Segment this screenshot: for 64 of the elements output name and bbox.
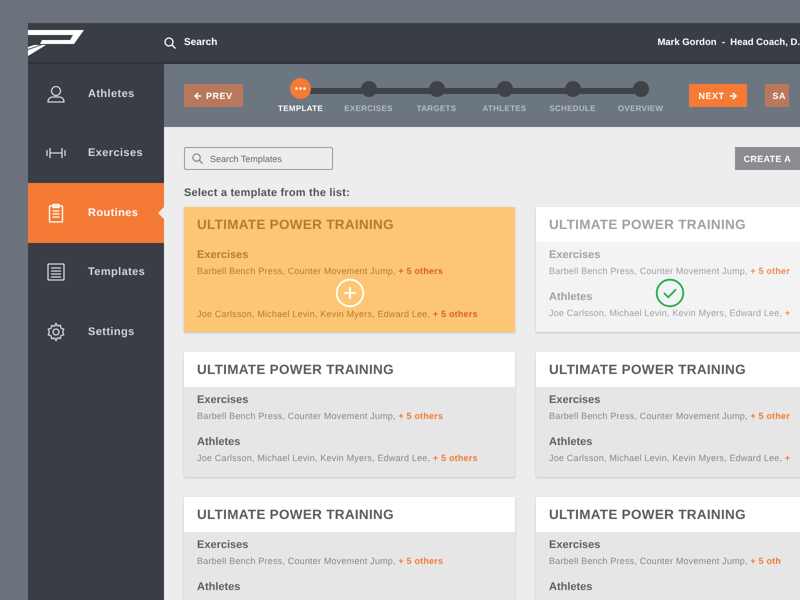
step-tab[interactable]: EXERCISES	[334, 78, 403, 113]
section-label: Athletes	[197, 581, 240, 593]
names-text: Joe Carlsson, Michael Levin, Kevin Myers, Edward Lee, + 5 others	[197, 309, 478, 319]
section-label: Exercises	[197, 249, 248, 261]
user-name: Mark Gordon - Head Coach, D.	[657, 37, 800, 48]
dots-icon	[295, 87, 306, 90]
settings-icon	[46, 322, 66, 342]
names-text: Joe Carlsson, Michael Levin, Kevin Myers, Edward Lee, + 5 others	[197, 453, 478, 463]
section-label: Exercises	[197, 539, 248, 551]
template-card[interactable]: ULTIMATE POWER TRAINING Exercises Barbell Bench Press, Counter Movement Jump, + 5 others Joe Carlsson, Michael Levin, Kevin Myers, Edward Lee, + 5 others	[184, 207, 515, 332]
arrow-right-icon	[728, 92, 737, 100]
card-title: ULTIMATE POWER TRAINING	[536, 352, 800, 387]
names-text: Barbell Bench Press, Counter Movement Jump, + 5 oth	[549, 556, 782, 566]
check-icon	[655, 278, 684, 308]
step-tab[interactable]: ATHLETES	[470, 78, 539, 113]
names-text: Barbell Bench Press, Counter Movement Jump, + 5 others	[197, 556, 444, 566]
section-label: Exercises	[549, 249, 600, 261]
sidebar-item[interactable]: Templates	[28, 242, 164, 302]
template-card[interactable]: ULTIMATE POWER TRAINING Exercises Barbell Bench Press, Counter Movement Jump, + 5 others Athletes Joe Carlsson, Michael Levin, Kevin Myers, Edward Lee, + 5 others	[184, 352, 515, 477]
sidebar-item[interactable]: Routines	[28, 183, 164, 242]
person-icon	[46, 84, 66, 104]
clipboard-icon	[46, 202, 66, 223]
step-tab[interactable]: OVERVIEW	[606, 78, 675, 113]
card-title: ULTIMATE POWER TRAINING	[536, 497, 800, 532]
section-label: Athletes	[549, 436, 592, 448]
card-title: ULTIMATE POWER TRAINING	[184, 352, 515, 387]
search-icon	[192, 153, 203, 164]
step-tab[interactable]: TARGETS	[402, 78, 471, 113]
search-field[interactable]: Search Templates	[184, 147, 333, 170]
names-text: Joe Carlsson, Michael Levin, Kevin Myers, Edward Lee, +	[549, 308, 790, 318]
section-label: Athletes	[549, 581, 592, 593]
template-card[interactable]: ULTIMATE POWER TRAINING Exercises Barbell Bench Press, Counter Movement Jump, + 5 other Athletes Joe Carlsson, Michael Levin, Kevin Myers, Edward Lee, +	[536, 352, 800, 477]
document-list-icon	[46, 262, 66, 282]
next-button[interactable]: NEXT	[688, 84, 747, 107]
search-button[interactable]: Search	[164, 36, 218, 48]
sidebar-item[interactable]: Exercises	[28, 124, 164, 183]
instruction-text: Select a template from the list:	[184, 187, 351, 199]
names-text: Barbell Bench Press, Counter Movement Jump, + 5 other	[549, 411, 790, 421]
section-label: Athletes	[549, 291, 592, 303]
names-text: Barbell Bench Press, Counter Movement Jump, + 5 other	[549, 266, 790, 276]
arrow-left-icon	[194, 92, 202, 100]
card-title: ULTIMATE POWER TRAINING	[184, 497, 515, 532]
card-title: ULTIMATE POWER TRAINING	[184, 207, 515, 242]
template-card[interactable]: ULTIMATE POWER TRAINING Exercises Barbell Bench Press, Counter Movement Jump, + 5 others Athletes	[184, 497, 515, 600]
names-text: Joe Carlsson, Michael Levin, Kevin Myers, Edward Lee, +	[549, 453, 790, 463]
section-label: Exercises	[549, 539, 600, 551]
sidebar-item[interactable]: Athletes	[28, 64, 164, 124]
card-title: ULTIMATE POWER TRAINING	[536, 207, 800, 242]
save-button[interactable]: SA	[764, 84, 790, 107]
search-icon	[164, 36, 176, 48]
template-card[interactable]: ULTIMATE POWER TRAINING Exercises Barbell Bench Press, Counter Movement Jump, + 5 oth Athletes	[536, 497, 800, 600]
section-label: Exercises	[549, 394, 600, 406]
section-label: Exercises	[197, 394, 248, 406]
prev-button[interactable]: PREV	[184, 84, 243, 107]
step-tab[interactable]: SCHEDULE	[538, 78, 607, 113]
logo-icon	[28, 30, 84, 56]
sidebar-item[interactable]: Settings	[28, 302, 164, 362]
create-button[interactable]: CREATE A	[734, 147, 800, 170]
names-text: Barbell Bench Press, Counter Movement Jump, + 5 others	[197, 266, 444, 276]
plus-icon[interactable]	[335, 278, 364, 308]
template-card[interactable]: ULTIMATE POWER TRAINING Exercises Barbell Bench Press, Counter Movement Jump, + 5 other Athletes Joe Carlsson, Michael Levin, Kevin Myers, Edward Lee, +	[536, 207, 800, 332]
section-label: Athletes	[197, 436, 240, 448]
step-tab[interactable]: TEMPLATE	[266, 78, 335, 113]
names-text: Barbell Bench Press, Counter Movement Jump, + 5 others	[197, 411, 444, 421]
